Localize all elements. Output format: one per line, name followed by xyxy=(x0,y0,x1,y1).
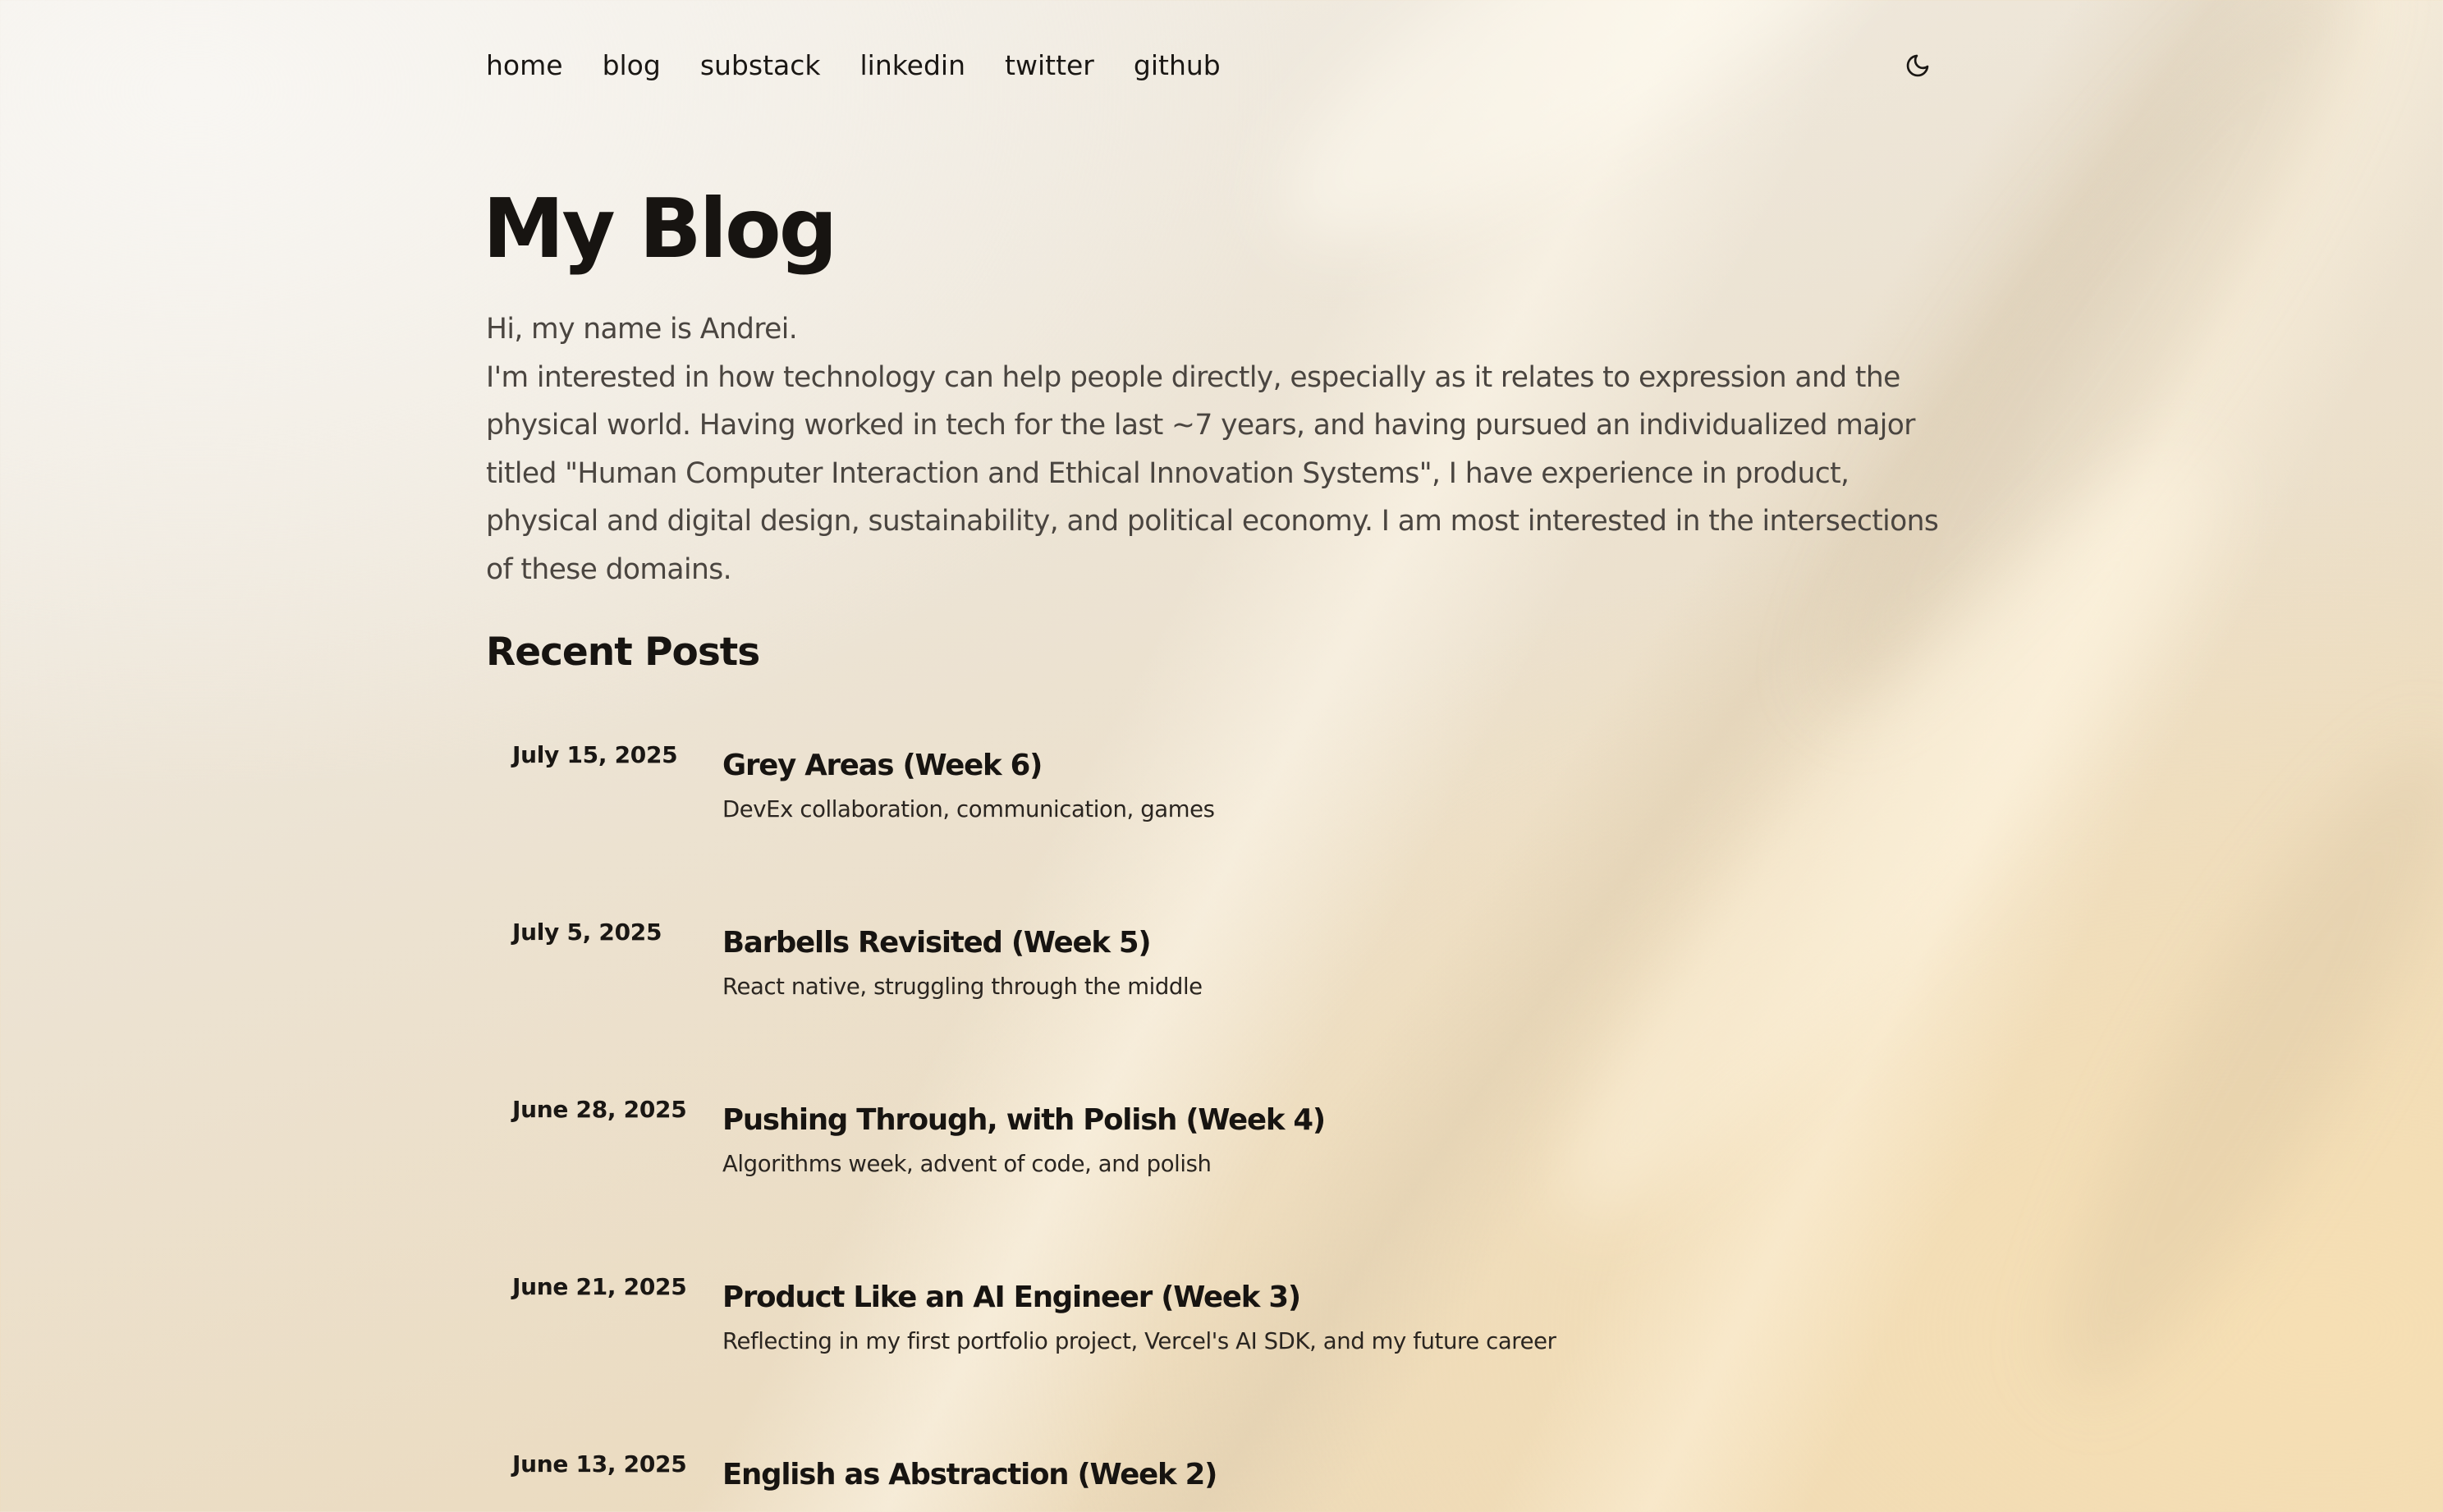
post-title[interactable]: Product Like an AI Engineer (Week 3) xyxy=(722,1277,1301,1318)
post-title[interactable]: Barbells Revisited (Week 5) xyxy=(722,923,1152,964)
nav-link-home[interactable]: home xyxy=(486,46,563,85)
post-description: DevEx collaboration, communication, game… xyxy=(722,796,1215,822)
post-date: July 15, 2025 xyxy=(512,741,678,768)
post-description: React native, struggling through the mid… xyxy=(722,974,1203,1000)
background-leaf-shadow xyxy=(1231,0,1971,311)
post-date: July 5, 2025 xyxy=(512,919,662,946)
nav-link-blog[interactable]: blog xyxy=(603,46,661,85)
intro-greeting: Hi, my name is Andrei. xyxy=(486,313,798,346)
moon-icon xyxy=(1906,54,1929,77)
top-navigation: home blog substack linkedin twitter gith… xyxy=(486,46,1221,85)
nav-link-linkedin[interactable]: linkedin xyxy=(860,46,966,85)
intro-text: Hi, my name is Andrei. I'm interested in… xyxy=(486,305,1964,593)
nav-link-github[interactable]: github xyxy=(1134,46,1221,85)
theme-toggle-button[interactable] xyxy=(1900,48,1936,84)
page-title: My Blog xyxy=(483,181,837,277)
post-description: Reflecting in my first portfolio project… xyxy=(722,1328,1556,1354)
nav-link-substack[interactable]: substack xyxy=(700,46,821,85)
post-title[interactable]: Pushing Through, with Polish (Week 4) xyxy=(722,1100,1326,1141)
post-date: June 13, 2025 xyxy=(512,1450,687,1478)
post-item[interactable]: June 13, 2025 English as Abstraction (We… xyxy=(486,1448,1882,1512)
background-leaf-shadow xyxy=(2001,706,2443,1428)
intro-bio: I'm interested in how technology can hel… xyxy=(486,360,1939,586)
recent-posts-heading: Recent Posts xyxy=(486,630,760,675)
post-item[interactable]: June 28, 2025 Pushing Through, with Poli… xyxy=(486,1093,1882,1225)
post-item[interactable]: July 5, 2025 Barbells Revisited (Week 5)… xyxy=(486,916,1882,1047)
post-title[interactable]: Grey Areas (Week 6) xyxy=(722,745,1043,786)
post-description: Algorithms week, advent of code, and pol… xyxy=(722,1151,1212,1177)
post-item[interactable]: June 21, 2025 Product Like an AI Enginee… xyxy=(486,1271,1882,1402)
post-item[interactable]: July 15, 2025 Grey Areas (Week 6) DevEx … xyxy=(486,739,1882,870)
post-date: June 21, 2025 xyxy=(512,1273,687,1300)
post-title[interactable]: English as Abstraction (Week 2) xyxy=(722,1455,1217,1496)
post-date: June 28, 2025 xyxy=(512,1096,687,1123)
nav-link-twitter[interactable]: twitter xyxy=(1005,46,1094,85)
